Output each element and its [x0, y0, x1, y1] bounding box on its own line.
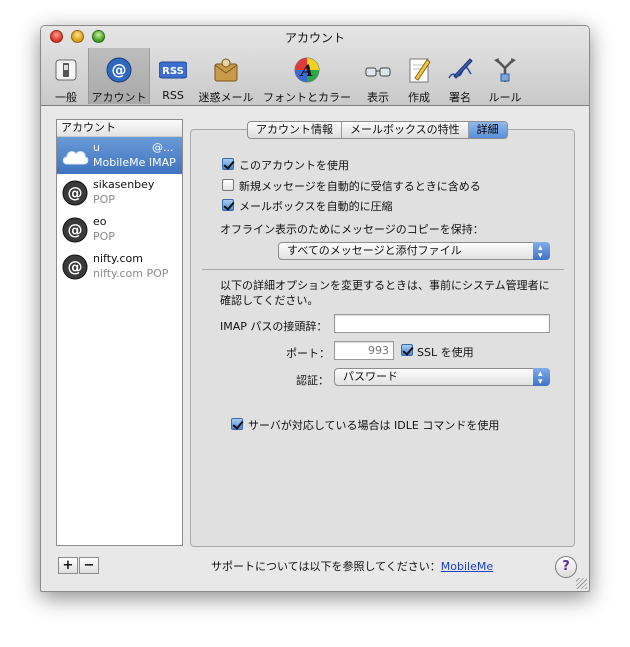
- port-label: ポート：: [286, 347, 330, 360]
- toolbar-rss[interactable]: RSS RSS: [154, 48, 192, 104]
- account-type: POP: [93, 230, 115, 243]
- account-name: u: [93, 141, 100, 154]
- svg-text:A: A: [299, 61, 313, 80]
- popup-arrows-icon: [533, 366, 550, 390]
- account-type: MobileMe IMAP: [93, 156, 176, 169]
- font-color-icon: A: [294, 57, 320, 83]
- preferences-window: アカウント 一般 @ アカウント RSS RSS 迷惑メール A フォントとカラ…: [40, 25, 590, 592]
- toolbar-rules[interactable]: ルール: [482, 48, 528, 104]
- account-name: eo: [93, 215, 107, 228]
- at-icon: @: [106, 57, 132, 83]
- compact-mailboxes-label: メールボックスを自動的に圧縮: [239, 200, 393, 213]
- help-button[interactable]: ?: [555, 556, 577, 578]
- port-field[interactable]: 993: [334, 341, 394, 360]
- offline-copies-popup[interactable]: すべてのメッセージと添付ファイル: [278, 240, 550, 264]
- cloud-icon: [62, 151, 89, 165]
- at-icon: @: [62, 254, 88, 280]
- signature-icon: [448, 58, 473, 79]
- at-icon: @: [62, 217, 88, 243]
- support-text: サポートについては以下を参照してください：MobileMe: [211, 558, 493, 574]
- svg-text:RSS: RSS: [162, 66, 184, 77]
- resize-grip[interactable]: [576, 578, 587, 589]
- account-email-suffix: @...: [152, 141, 174, 154]
- account-row-sikasenbey[interactable]: @ sikasenbey POP: [57, 174, 182, 211]
- svg-text:@: @: [68, 221, 83, 239]
- toolbar-junk-mail[interactable]: 迷惑メール: [195, 48, 257, 104]
- switch-icon: [55, 59, 77, 81]
- junk-mail-icon: [214, 58, 238, 82]
- use-ssl-label: SSL を使用: [417, 346, 474, 359]
- imap-prefix-label: IMAP パスの接頭辞：: [220, 320, 328, 333]
- svg-text:@: @: [112, 61, 127, 79]
- window-title: アカウント: [284, 31, 345, 45]
- tab-advanced[interactable]: 詳細: [468, 122, 507, 138]
- toolbar-accounts[interactable]: @ アカウント: [88, 48, 150, 104]
- idle-command-checkbox[interactable]: [231, 418, 243, 430]
- toolbar-general[interactable]: 一般: [45, 48, 87, 104]
- tab-account-info[interactable]: アカウント情報: [248, 122, 342, 138]
- admin-note-line2: 確認してください。: [220, 294, 319, 307]
- support-text-label: サポートについては以下を参照してください：: [211, 560, 441, 573]
- account-name: nifty.com: [93, 252, 143, 265]
- section-divider: [202, 269, 564, 270]
- popup-arrows-icon: [533, 240, 550, 264]
- rules-icon: [494, 58, 516, 82]
- toolbar-composing[interactable]: 作成: [400, 48, 438, 104]
- account-tabs: アカウント情報 メールボックスの特性 詳細: [247, 121, 508, 139]
- enable-account-checkbox[interactable]: [222, 158, 234, 170]
- remove-account-button[interactable]: −: [79, 557, 99, 574]
- enable-account-label: このアカウントを使用: [239, 159, 349, 172]
- imap-prefix-field[interactable]: [334, 314, 550, 333]
- admin-note-line1: 以下の詳細オプションを変更するときは、事前にシステム管理者に: [220, 279, 550, 292]
- glasses-icon: [365, 67, 391, 77]
- account-row-nifty[interactable]: @ nifty.com nifty.com POP: [57, 248, 182, 285]
- tab-mailbox-behaviors[interactable]: メールボックスの特性: [342, 122, 469, 138]
- toolbar-fonts-colors[interactable]: A フォントとカラー: [261, 48, 353, 104]
- svg-text:@: @: [68, 258, 83, 276]
- include-auto-check-checkbox[interactable]: [222, 179, 234, 191]
- authentication-label: 認証：: [296, 374, 329, 387]
- offline-copies-value: すべてのメッセージと添付ファイル: [287, 244, 462, 257]
- support-link[interactable]: MobileMe: [441, 560, 493, 573]
- account-type: nifty.com POP: [93, 267, 169, 280]
- compact-mailboxes-checkbox[interactable]: [222, 199, 234, 211]
- account-row-eo[interactable]: @ eo POP: [57, 211, 182, 248]
- title-bar: アカウント 一般 @ アカウント RSS RSS 迷惑メール A フォントとカラ…: [41, 26, 589, 106]
- svg-text:@: @: [68, 184, 83, 202]
- use-ssl-checkbox[interactable]: [401, 344, 413, 356]
- compose-icon: [409, 58, 431, 83]
- rss-icon: RSS: [159, 61, 187, 79]
- authentication-popup[interactable]: パスワード: [334, 366, 550, 390]
- include-auto-check-label: 新規メッセージを自動的に受信するときに含める: [239, 180, 481, 193]
- authentication-value: パスワード: [343, 370, 398, 383]
- at-icon: @: [62, 180, 88, 206]
- offline-copies-label: オフライン表示のためにメッセージのコピーを保持：: [220, 223, 484, 236]
- account-name: sikasenbey: [93, 178, 155, 191]
- account-type: POP: [93, 193, 115, 206]
- accounts-list[interactable]: アカウント u @... MobileMe IMAP @ sikasenbey …: [56, 119, 183, 546]
- account-row-mobileme[interactable]: u @... MobileMe IMAP: [57, 137, 182, 174]
- toolbar-viewing[interactable]: 表示: [359, 48, 397, 104]
- idle-command-label: サーバが対応している場合は IDLE コマンドを使用: [248, 419, 500, 432]
- accounts-list-header: アカウント: [57, 120, 182, 137]
- toolbar-signatures[interactable]: 署名: [441, 48, 479, 104]
- add-account-button[interactable]: +: [58, 557, 78, 574]
